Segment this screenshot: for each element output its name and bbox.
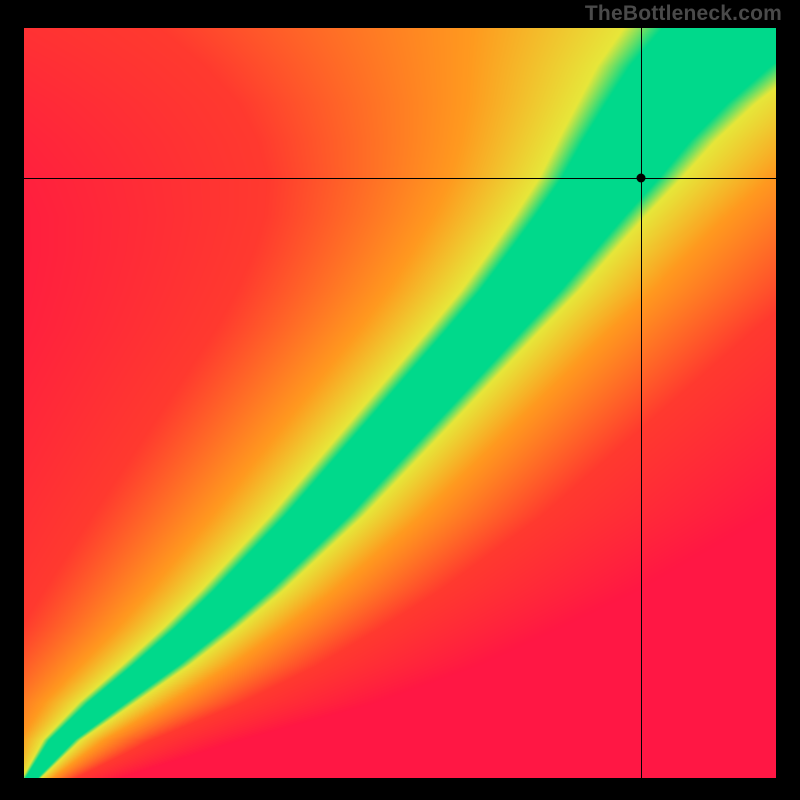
watermark-text: TheBottleneck.com: [585, 2, 782, 26]
chart-frame: TheBottleneck.com: [0, 0, 800, 800]
heatmap-plot: [24, 28, 776, 778]
data-point-marker: [636, 174, 645, 183]
crosshair-vertical: [641, 28, 642, 778]
crosshair-horizontal: [24, 178, 776, 179]
heatmap-canvas: [24, 28, 776, 778]
